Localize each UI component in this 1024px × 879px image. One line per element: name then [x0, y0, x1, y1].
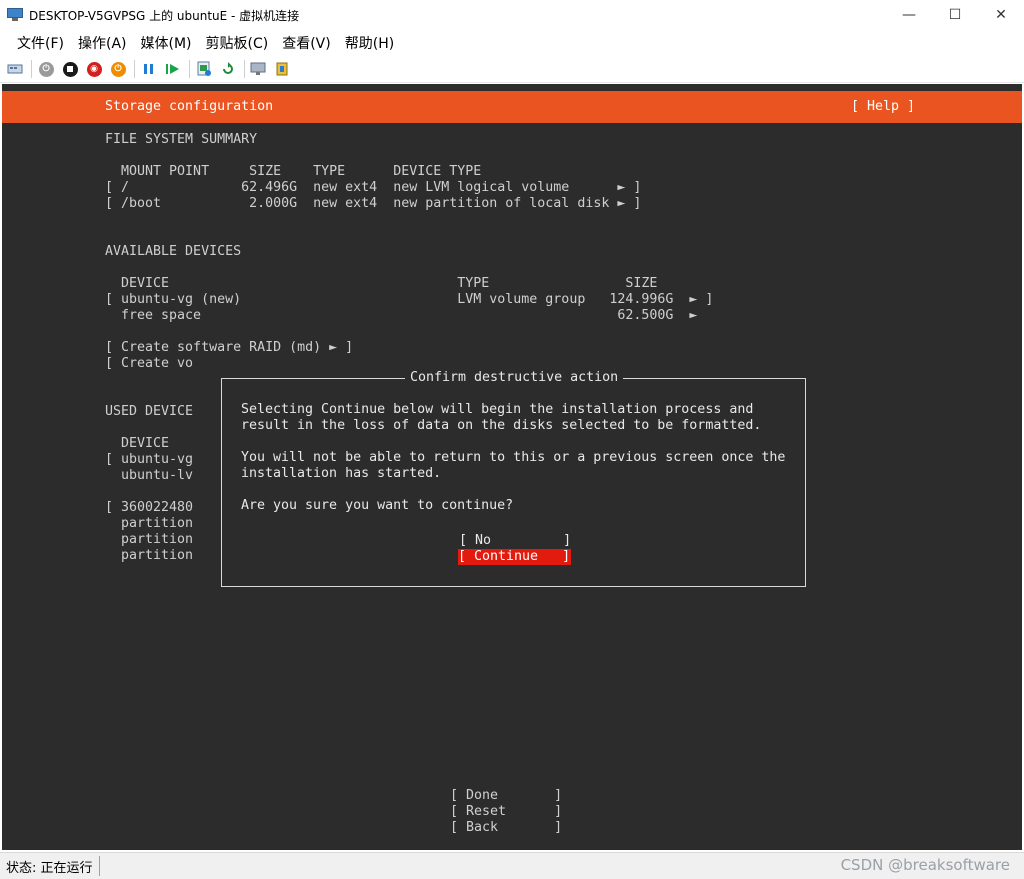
close-button[interactable]: ✕ [978, 0, 1024, 30]
section-available-devices: AVAILABLE DEVICES [105, 244, 242, 259]
shutdown-icon[interactable]: ◉ [84, 59, 104, 79]
fs-row-root[interactable]: [ / 62.496G new ext4 new LVM logical vol… [105, 180, 641, 196]
menu-view[interactable]: 查看(V) [275, 33, 338, 53]
create-raid-button[interactable]: [ Create software RAID (md) ► ] [105, 340, 353, 356]
vm-console-screen[interactable]: Storage configuration [ Help ] FILE SYST… [2, 84, 1022, 850]
vm-connection-icon [7, 8, 23, 22]
menu-help[interactable]: 帮助(H) [338, 33, 401, 53]
start-icon[interactable]: ⏻ [36, 59, 56, 79]
dialog-text-line: Selecting Continue below will begin the … [241, 402, 754, 417]
no-button[interactable]: [ No ] [459, 533, 571, 549]
dialog-text-line: installation has started. [241, 466, 442, 481]
avail-row-ubuntu-vg[interactable]: [ ubuntu-vg (new) LVM volume group 124.9… [105, 292, 713, 308]
checkpoint-icon[interactable] [194, 59, 214, 79]
section-file-system-summary: FILE SYSTEM SUMMARY [105, 132, 258, 147]
vm-status: 状态: 正在运行 [6, 860, 93, 876]
back-button[interactable]: [ Back ] [450, 820, 562, 836]
title-bar: DESKTOP-V5GVPSG 上的 ubuntuE - 虚拟机连接 — ☐ ✕ [0, 0, 1024, 30]
fs-row-boot[interactable]: [ /boot 2.000G new ext4 new partition of… [105, 196, 641, 212]
dialog-text-line: result in the loss of data on the disks … [241, 418, 762, 433]
watermark: CSDN @breaksoftware [840, 856, 1010, 874]
share-icon[interactable] [273, 59, 293, 79]
avail-row-free-space[interactable]: free space 62.500G ► [105, 308, 697, 324]
menu-file[interactable]: 文件(F) [10, 33, 71, 53]
avail-table-header: DEVICE TYPE SIZE [105, 276, 658, 291]
dialog-title: Confirm destructive action [405, 370, 624, 386]
used-row-ubuntu-lv: ubuntu-lv [105, 468, 194, 483]
page-title: Storage configuration [105, 99, 274, 114]
used-row-disk[interactable]: [ 360022480 [105, 500, 193, 516]
menu-bar: 文件(F) 操作(A) 媒体(M) 剪贴板(C) 查看(V) 帮助(H) [0, 30, 1024, 56]
resume-icon[interactable] [163, 59, 183, 79]
minimize-button[interactable]: — [886, 0, 932, 30]
ctrl-alt-del-icon[interactable] [5, 59, 25, 79]
menu-action[interactable]: 操作(A) [71, 33, 134, 53]
continue-button[interactable]: [ Continue ] [458, 549, 571, 565]
revert-icon[interactable] [218, 59, 238, 79]
reset-button[interactable]: [ Reset ] [450, 804, 562, 820]
fs-table-header: MOUNT POINT SIZE TYPE DEVICE TYPE [105, 164, 482, 179]
confirm-dialog: Confirm destructive action Selecting Con… [221, 370, 806, 587]
installer-header: Storage configuration [ Help ] [2, 91, 1022, 123]
help-button[interactable]: [ Help ] [851, 99, 915, 115]
used-row-ubuntu-vg[interactable]: [ ubuntu-vg [105, 452, 193, 468]
turn-off-icon[interactable] [60, 59, 80, 79]
menu-media[interactable]: 媒体(M) [134, 33, 199, 53]
dialog-question: Are you sure you want to continue? [241, 498, 514, 513]
enhanced-session-icon[interactable] [249, 59, 269, 79]
power-icon[interactable]: ⏻ [108, 59, 128, 79]
dialog-text-line: You will not be able to return to this o… [241, 450, 786, 465]
used-table-header: DEVICE [105, 436, 170, 451]
window-title: DESKTOP-V5GVPSG 上的 ubuntuE - 虚拟机连接 [29, 8, 300, 23]
used-row-partition: partition [105, 516, 194, 531]
used-row-partition: partition [105, 532, 194, 547]
menu-clipboard[interactable]: 剪贴板(C) [199, 33, 276, 53]
pause-icon[interactable] [139, 59, 159, 79]
used-row-partition: partition [105, 548, 194, 563]
create-volume-group-button[interactable]: [ Create vo [105, 356, 193, 372]
toolbar: ⏻ ◉ ⏻ [0, 56, 1024, 83]
done-button[interactable]: [ Done ] [450, 788, 562, 804]
maximize-button[interactable]: ☐ [932, 0, 978, 30]
section-used-devices: USED DEVICE [105, 404, 194, 419]
